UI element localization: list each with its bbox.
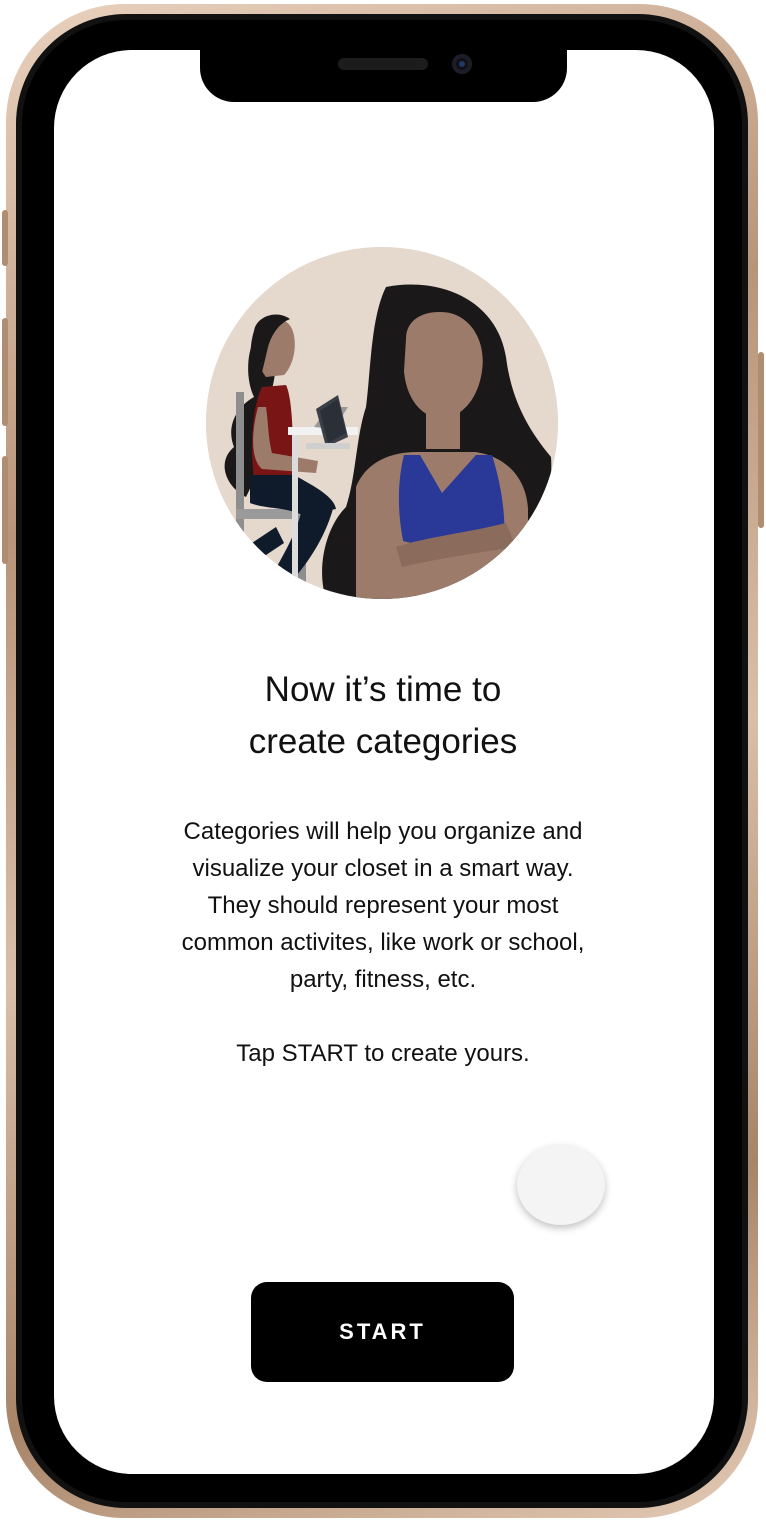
power-button bbox=[758, 352, 764, 528]
camera-icon bbox=[452, 54, 472, 74]
onboarding-illustration bbox=[206, 247, 558, 599]
volume-down-button bbox=[2, 456, 8, 564]
start-button[interactable]: START bbox=[251, 1282, 514, 1382]
assistive-touch-button[interactable] bbox=[517, 1145, 605, 1225]
silent-switch bbox=[2, 210, 8, 266]
description-text: Categories will help you organize and vi… bbox=[181, 818, 585, 993]
page-title: Now it’s time to create categories bbox=[248, 670, 518, 761]
tap-hint-text: Tap START to create yours. bbox=[236, 1040, 530, 1067]
volume-up-button bbox=[2, 318, 8, 426]
notch bbox=[200, 44, 567, 102]
start-button-label: START bbox=[339, 1319, 426, 1344]
speaker-grille bbox=[338, 58, 428, 70]
